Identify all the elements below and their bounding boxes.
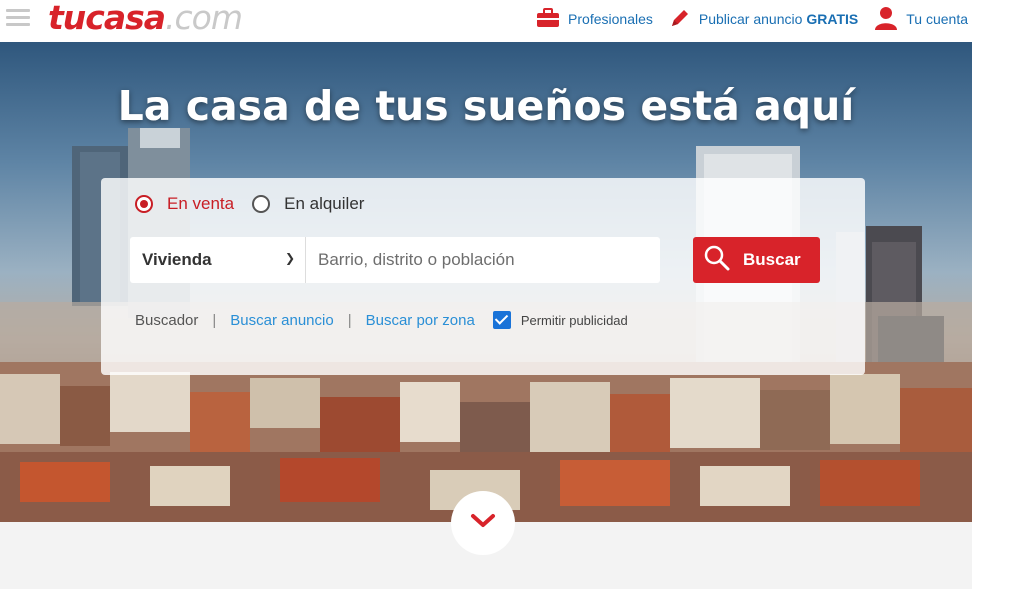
nav-profesionales-label: Profesionales [568,11,653,27]
chevron-down-icon: ❯ [284,251,295,265]
user-icon [874,6,898,33]
nav-profesionales[interactable]: Profesionales [536,7,653,31]
radio-en-alquiler-label: En alquiler [284,194,365,213]
hamburger-icon[interactable] [6,9,30,29]
radio-en-venta[interactable]: En venta [135,194,234,214]
link-buscar-por-zona[interactable]: Buscar por zona [366,312,475,329]
permitir-publicidad-checkbox[interactable]: Permitir publicidad [492,311,628,329]
chevron-down-icon [470,513,496,534]
separator: | [347,311,352,329]
radio-circle-checked [135,195,153,213]
top-nav: Profesionales Publicar anuncio GRATIS Tu… [520,6,968,32]
scroll-down-button[interactable] [451,491,515,555]
nav-publicar-label: Publicar anuncio [698,11,803,27]
link-buscador[interactable]: Buscador [135,312,198,329]
site-logo[interactable]: tucasa.com [48,0,243,37]
property-type-value: Vivienda [142,250,212,269]
search-button[interactable]: Buscar [693,237,820,283]
logo-suffix-text: .com [165,0,243,37]
nav-publicar-gratis: GRATIS [806,11,859,27]
permitir-publicidad-label: Permitir publicidad [520,312,628,328]
location-input[interactable] [318,250,660,270]
nav-cuenta[interactable]: Tu cuenta [874,6,968,33]
briefcase-icon [536,7,560,31]
site-header: tucasa.com Profesionales Publicar anunci… [0,0,972,42]
radio-en-venta-label: En venta [167,194,235,213]
property-type-select[interactable]: Vivienda ❯ [130,237,306,283]
search-button-label: Buscar [743,250,801,269]
search-panel: En venta En alquiler Vivienda ❯ Buscar [101,178,865,375]
pencil-icon [669,7,691,32]
radio-en-alquiler[interactable]: En alquiler [252,194,364,214]
operation-radio-group: En venta En alquiler [135,194,382,214]
checkbox-checked-icon [492,311,511,329]
search-icon [703,244,731,277]
search-row: Vivienda ❯ Buscar [130,237,820,283]
logo-main-text: tucasa [48,0,166,37]
nav-cuenta-label: Tu cuenta [906,11,968,27]
search-links: Buscador | Buscar anuncio | Buscar por z… [135,311,628,329]
hero-title: La casa de tus sueños está aquí [117,82,855,130]
link-buscar-anuncio[interactable]: Buscar anuncio [230,312,333,329]
separator: | [212,311,217,329]
location-field[interactable] [306,237,660,283]
radio-circle [252,195,271,213]
nav-publicar[interactable]: Publicar anuncio GRATIS [669,7,858,32]
hero-banner: La casa de tus sueños está aquí En venta… [0,42,972,522]
